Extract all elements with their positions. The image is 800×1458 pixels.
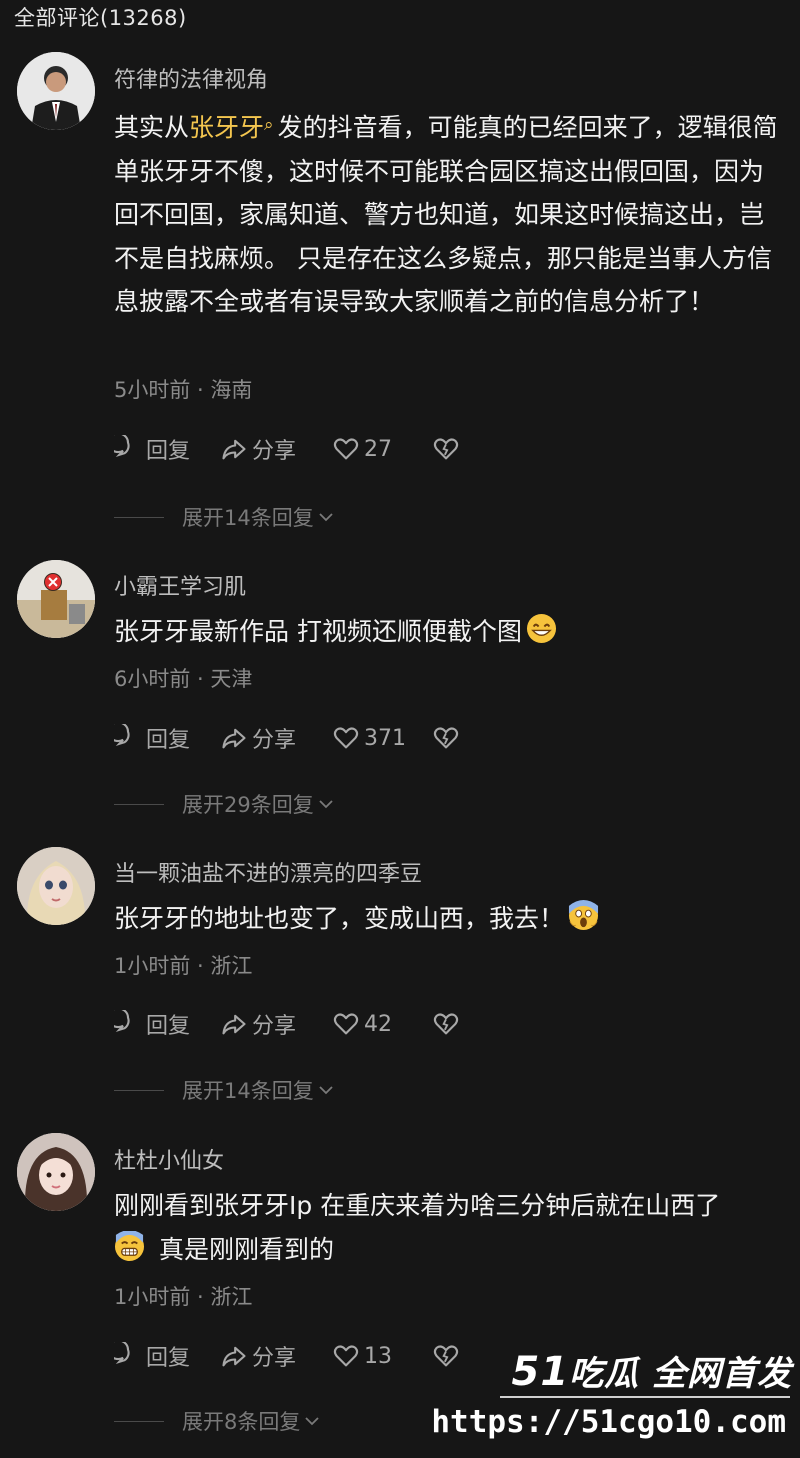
grimacing-face-emoji xyxy=(114,1230,145,1262)
comment-author[interactable]: 小霸王学习肌 xyxy=(114,569,246,601)
reply-button[interactable]: 回复 xyxy=(114,1340,220,1372)
share-arrow-icon xyxy=(222,1014,246,1035)
comment-text: 张牙牙最新作品 打视频还顺便截个图 xyxy=(114,610,778,654)
broken-heart-icon xyxy=(433,1345,459,1367)
like-button[interactable]: 27 xyxy=(332,435,432,463)
reply-icon xyxy=(114,435,130,457)
broken-heart-icon xyxy=(433,438,459,460)
like-button[interactable]: 371 xyxy=(332,724,432,752)
like-button[interactable]: 13 xyxy=(332,1342,432,1370)
like-count: 27 xyxy=(364,436,392,462)
reply-button[interactable]: 回复 xyxy=(114,433,220,465)
share-button[interactable]: 分享 xyxy=(220,1008,332,1040)
comment-text: 张牙牙的地址也变了，变成山西，我去！ xyxy=(114,897,778,941)
share-button[interactable]: 分享 xyxy=(220,1340,332,1372)
watermark-divider xyxy=(500,1396,790,1398)
chevron-down-icon xyxy=(319,800,333,809)
comments-header-title: 全部评论(13268) xyxy=(14,6,187,30)
comment-author[interactable]: 符律的法律视角 xyxy=(114,62,268,94)
search-icon[interactable]: ⌕ xyxy=(264,115,274,135)
site-watermark: 51吃瓜 全网首发 https://51cgo10.com xyxy=(431,1346,800,1450)
avatar[interactable] xyxy=(17,1133,95,1211)
share-arrow-icon xyxy=(222,1346,246,1367)
expand-replies-button[interactable]: 展开8条回复 xyxy=(114,1406,322,1436)
broken-heart-icon xyxy=(433,727,459,749)
comment-meta: 1小时前 · 浙江 xyxy=(114,954,253,978)
heart-icon xyxy=(333,1345,359,1367)
heart-icon xyxy=(333,727,359,749)
divider xyxy=(114,803,164,805)
expand-replies-button[interactable]: 展开14条回复 xyxy=(114,502,336,532)
screaming-face-emoji xyxy=(568,900,599,931)
reply-icon xyxy=(114,1010,130,1032)
broken-heart-icon xyxy=(433,1013,459,1035)
comment-actions: 回复 分享 27 xyxy=(114,433,464,465)
dislike-button[interactable] xyxy=(432,435,464,463)
comment-text-after: 发的抖音看，可能真的已经回来了，逻辑很简单张牙牙不傻，这时候不可能联合园区搞这出… xyxy=(114,113,778,316)
like-button[interactable]: 42 xyxy=(332,1010,432,1038)
comment-meta: 6小时前 · 天津 xyxy=(114,667,253,691)
divider xyxy=(114,1089,164,1091)
divider xyxy=(114,516,164,518)
heart-icon xyxy=(333,438,359,460)
dislike-button[interactable] xyxy=(432,724,464,752)
comment-text-before: 其实从 xyxy=(114,113,190,142)
grinning-face-emoji xyxy=(526,613,557,644)
comment-author[interactable]: 当一颗油盐不进的漂亮的四季豆 xyxy=(114,856,422,888)
dislike-button[interactable] xyxy=(432,1342,464,1370)
reply-button[interactable]: 回复 xyxy=(114,1008,220,1040)
comment-meta: 1小时前 · 浙江 xyxy=(114,1285,253,1309)
chevron-down-icon xyxy=(305,1417,320,1426)
comment-author[interactable]: 杜杜小仙女 xyxy=(114,1143,224,1175)
divider xyxy=(114,1420,164,1422)
avatar[interactable] xyxy=(17,847,95,925)
share-button[interactable]: 分享 xyxy=(220,722,332,754)
share-arrow-icon xyxy=(222,439,246,460)
expand-replies-button[interactable]: 展开14条回复 xyxy=(114,1075,336,1105)
comment-actions: 回复 分享 371 xyxy=(114,722,464,754)
heart-icon xyxy=(333,1013,359,1035)
mention-link[interactable]: 张牙牙 xyxy=(189,113,264,142)
watermark-url: https://51cgo10.com xyxy=(431,1404,786,1440)
share-button[interactable]: 分享 xyxy=(220,433,332,465)
reply-icon xyxy=(114,1342,130,1364)
avatar[interactable] xyxy=(17,560,95,638)
comment-actions: 回复 分享 42 xyxy=(114,1008,464,1040)
dislike-button[interactable] xyxy=(432,1010,464,1038)
chevron-down-icon xyxy=(319,1086,333,1095)
comment-meta: 5小时前 · 海南 xyxy=(114,378,253,402)
watermark-logo: 51吃瓜 全网首发 xyxy=(511,1349,792,1395)
chevron-down-icon xyxy=(319,513,333,522)
comment-actions: 回复 分享 13 xyxy=(114,1340,464,1372)
like-count: 13 xyxy=(364,1343,392,1369)
avatar[interactable] xyxy=(17,52,95,130)
comment-text: 刚刚看到张牙牙Ip 在重庆来着为啥三分钟后就在山西了 真是刚刚看到的 xyxy=(114,1191,721,1264)
like-count: 371 xyxy=(364,725,406,751)
reply-button[interactable]: 回复 xyxy=(114,722,220,754)
expand-replies-button[interactable]: 展开29条回复 xyxy=(114,789,336,819)
share-arrow-icon xyxy=(222,728,246,749)
like-count: 42 xyxy=(364,1011,392,1037)
comment-text: 其实从张牙牙⌕ 发的抖音看，可能真的已经回来了，逻辑很简单张牙牙不傻，这时候不可能… xyxy=(114,104,778,324)
reply-icon xyxy=(114,724,130,746)
